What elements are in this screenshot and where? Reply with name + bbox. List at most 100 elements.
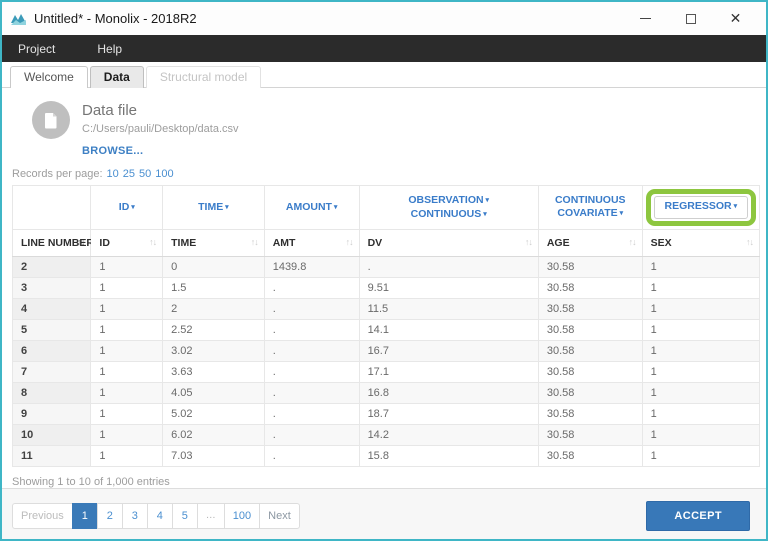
table-row: 814.05.16.830.581: [13, 383, 760, 404]
sort-icon[interactable]: ↑↓: [346, 237, 353, 247]
cell: 2: [163, 299, 265, 320]
records-per-page-option-25[interactable]: 25: [123, 168, 135, 180]
column-header-time[interactable]: ↑↓TIME: [163, 230, 265, 257]
page-button-1[interactable]: 1: [72, 503, 98, 529]
page-button-3[interactable]: 3: [122, 503, 148, 529]
cell: 17.1: [359, 362, 538, 383]
column-header-label: AGE: [547, 237, 570, 249]
tab-welcome[interactable]: Welcome: [10, 66, 88, 88]
sort-icon[interactable]: ↑↓: [149, 237, 156, 247]
cell: 18.7: [359, 404, 538, 425]
regressor-dropdown-button[interactable]: REGRESSOR ▾: [654, 196, 749, 219]
sort-icon[interactable]: ↑↓: [251, 237, 258, 247]
cell: 5: [13, 320, 91, 341]
cell: 14.1: [359, 320, 538, 341]
dropdown-caret-icon: ▾: [484, 197, 489, 204]
cell: 1: [642, 257, 759, 278]
accept-button[interactable]: ACCEPT: [646, 501, 750, 531]
cell: 30.58: [538, 341, 642, 362]
column-type-dropdown-continuous-covariate[interactable]: CONTINUOUSCOVARIATE ▾: [538, 186, 642, 230]
table-row: 311.5.9.5130.581: [13, 278, 760, 299]
cell: 1: [91, 383, 163, 404]
records-per-page-option-10[interactable]: 10: [107, 168, 119, 180]
column-type-dropdown-observation-continuous[interactable]: OBSERVATION ▾CONTINUOUS ▾: [359, 186, 538, 230]
cell: 11: [13, 446, 91, 467]
column-type-dropdown-time[interactable]: TIME ▾: [163, 186, 265, 230]
cell: 1: [642, 404, 759, 425]
column-type-dropdown-id[interactable]: ID ▾: [91, 186, 163, 230]
cell: 16.8: [359, 383, 538, 404]
table-row: 613.02.16.730.581: [13, 341, 760, 362]
type-label: TIME ▾: [165, 201, 262, 215]
cell: 1: [642, 341, 759, 362]
sort-icon[interactable]: ↑↓: [746, 237, 753, 247]
table-row: 1117.03.15.830.581: [13, 446, 760, 467]
sort-icon[interactable]: ↑↓: [525, 237, 532, 247]
cell: 1: [642, 320, 759, 341]
title-bar: Untitled* - Monolix - 2018R2 ✕: [2, 2, 766, 35]
records-per-page-option-50[interactable]: 50: [139, 168, 151, 180]
cell: 1: [91, 404, 163, 425]
column-header-label: ID: [99, 237, 110, 249]
menu-project[interactable]: Project: [18, 42, 55, 56]
cell: .: [264, 299, 359, 320]
column-type-empty-cell: [13, 186, 91, 230]
data-panel: Data file C:/Users/pauli/Desktop/data.cs…: [2, 88, 766, 541]
dropdown-caret-icon: ▾: [223, 204, 228, 211]
column-header-id[interactable]: ↑↓ ID: [91, 230, 163, 257]
column-header-label: LINE NUMBER: [21, 237, 94, 249]
data-file-path: C:/Users/pauli/Desktop/data.csv: [82, 123, 239, 135]
cell: 1: [91, 362, 163, 383]
type-label: COVARIATE ▾: [541, 207, 640, 221]
cell: 1439.8: [264, 257, 359, 278]
close-button[interactable]: ✕: [713, 5, 758, 33]
cell: 30.58: [538, 320, 642, 341]
page-button-4[interactable]: 4: [147, 503, 173, 529]
column-header-dv[interactable]: ↑↓DV: [359, 230, 538, 257]
type-label: REGRESSOR ▾: [665, 200, 738, 214]
minimize-button[interactable]: [623, 5, 668, 33]
cell: .: [264, 446, 359, 467]
page-button-5[interactable]: 5: [172, 503, 198, 529]
cell: 1: [91, 425, 163, 446]
cell: 30.58: [538, 383, 642, 404]
menu-help[interactable]: Help: [97, 42, 122, 56]
data-table: ID ▾TIME ▾AMOUNT ▾OBSERVATION ▾CONTINUOU…: [12, 185, 760, 467]
page-button-next[interactable]: Next: [259, 503, 300, 529]
column-header-label: AMT: [273, 237, 296, 249]
sort-icon[interactable]: ↑↓: [629, 237, 636, 247]
dropdown-caret-icon: ▾: [332, 204, 337, 211]
dropdown-caret-icon: ▾: [129, 204, 134, 211]
tab-data[interactable]: Data: [90, 66, 144, 88]
cell: .: [264, 362, 359, 383]
table-row: 412.11.530.581: [13, 299, 760, 320]
page-button-100[interactable]: 100: [224, 503, 260, 529]
page-button-2[interactable]: 2: [97, 503, 123, 529]
maximize-button[interactable]: [668, 5, 713, 33]
column-type-dropdown-amount[interactable]: AMOUNT ▾: [264, 186, 359, 230]
entries-summary: Showing 1 to 10 of 1,000 entries: [12, 476, 766, 488]
cell: .: [264, 320, 359, 341]
column-header-amt[interactable]: ↑↓ AMT: [264, 230, 359, 257]
cell: 1: [91, 278, 163, 299]
column-type-row: ID ▾TIME ▾AMOUNT ▾OBSERVATION ▾CONTINUOU…: [13, 186, 760, 230]
column-type-dropdown-regressor[interactable]: REGRESSOR ▾: [642, 186, 759, 230]
cell: 4: [13, 299, 91, 320]
column-header-row: ↑↓LINE NUMBER↑↓ID↑↓TIME↑↓AMT↑↓DV↑↓AGE↑↓S…: [13, 230, 760, 257]
cell: 3.02: [163, 341, 265, 362]
maximize-icon: [686, 14, 696, 24]
column-header-line-number[interactable]: ↑↓LINE NUMBER: [13, 230, 91, 257]
cell: 30.58: [538, 425, 642, 446]
column-header-sex[interactable]: ↑↓SEX: [642, 230, 759, 257]
browse-button[interactable]: BROWSE...: [82, 145, 143, 157]
records-per-page-option-100[interactable]: 100: [155, 168, 173, 180]
cell: 1: [91, 341, 163, 362]
cell: 30.58: [538, 257, 642, 278]
cell: 3.63: [163, 362, 265, 383]
cell: 2: [13, 257, 91, 278]
window-title: Untitled* - Monolix - 2018R2: [34, 11, 197, 26]
column-header-age[interactable]: ↑↓ AGE: [538, 230, 642, 257]
cell: 30.58: [538, 362, 642, 383]
table-row: 915.02.18.730.581: [13, 404, 760, 425]
cell: 1: [91, 299, 163, 320]
